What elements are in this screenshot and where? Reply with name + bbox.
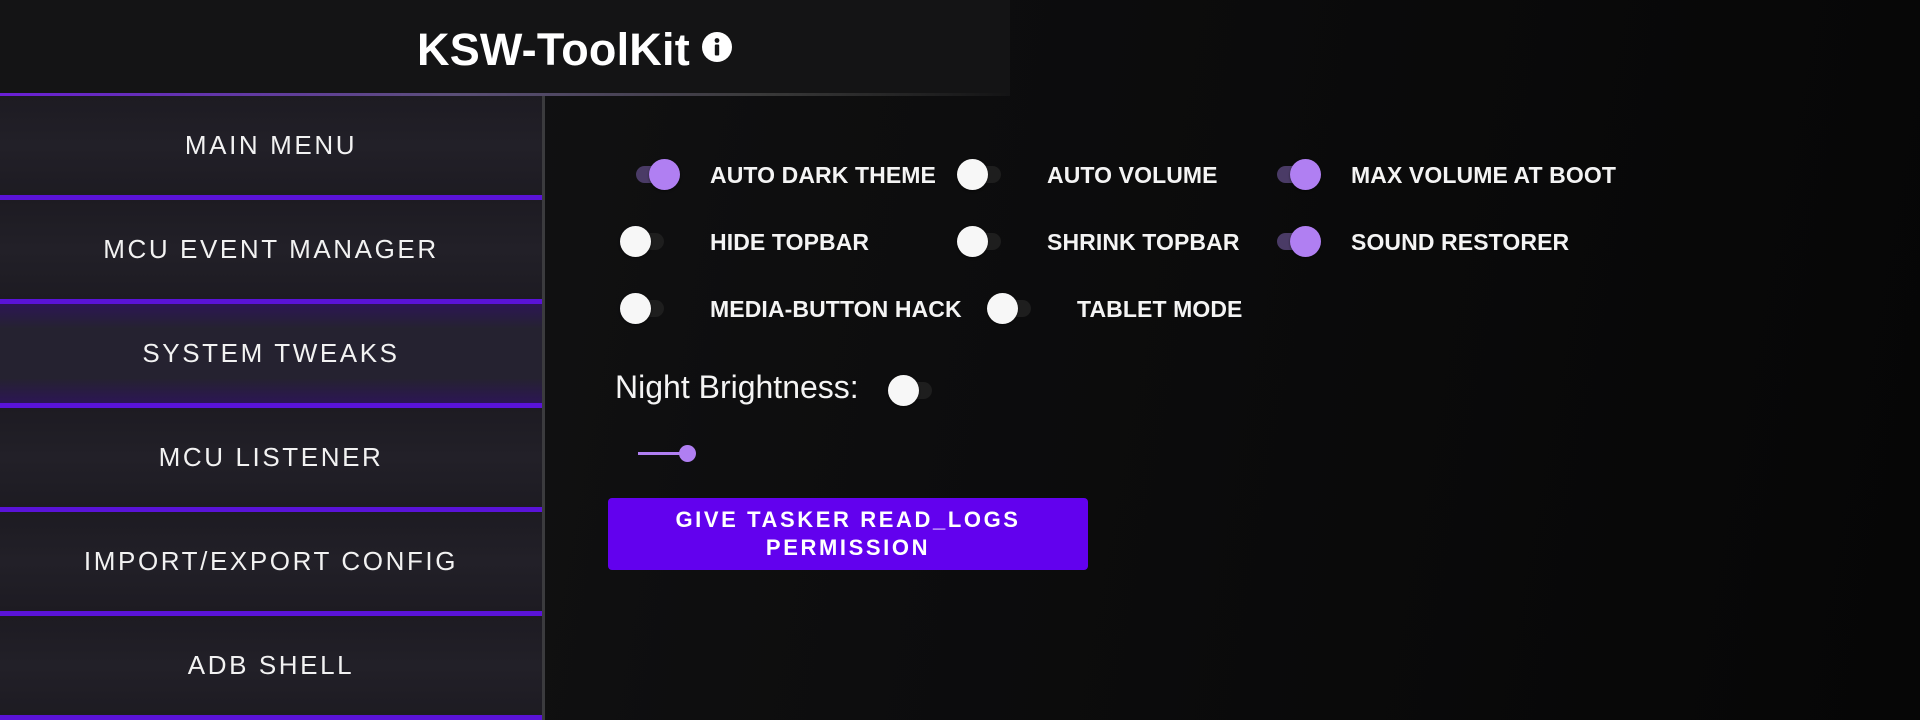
sidebar-item-mcu-event-manager[interactable]: MCU EVENT MANAGER xyxy=(0,200,542,304)
toggle-thumb xyxy=(649,159,680,190)
sidebar-item-label: ADB SHELL xyxy=(187,650,355,680)
give-tasker-read-logs-permission-button[interactable]: GIVE TASKER READ_LOGS PERMISSION xyxy=(608,498,1088,570)
toggle-thumb xyxy=(1290,159,1321,190)
max-volume-at-boot-label: MAX VOLUME AT BOOT xyxy=(1351,162,1617,188)
shrink-topbar-toggle[interactable] xyxy=(957,225,1007,257)
sidebar: MAIN MENU MCU EVENT MANAGER SYSTEM TWEAK… xyxy=(0,96,545,720)
sidebar-item-system-tweaks[interactable]: SYSTEM TWEAKS xyxy=(0,304,542,408)
sidebar-item-label: MAIN MENU xyxy=(184,130,358,160)
toggle-thumb xyxy=(620,293,651,324)
permission-button-label: GIVE TASKER READ_LOGS PERMISSION xyxy=(675,507,1021,560)
auto-dark-theme-toggle[interactable] xyxy=(630,158,680,190)
app-window: KSW-ToolKit MAIN MENU MCU EVENT MANAGER … xyxy=(0,0,1920,720)
sound-restorer-label: SOUND RESTORER xyxy=(1351,229,1570,255)
toggle-thumb xyxy=(957,226,988,257)
hide-topbar-label: HIDE TOPBAR xyxy=(710,229,870,255)
sidebar-item-label: SYSTEM TWEAKS xyxy=(142,338,400,368)
toggle-thumb xyxy=(888,375,919,406)
sidebar-item-adb-shell[interactable]: ADB SHELL xyxy=(0,616,542,720)
toggle-thumb xyxy=(987,293,1018,324)
sidebar-item-import-export-config[interactable]: IMPORT/EXPORT CONFIG xyxy=(0,512,542,616)
media-button-hack-label: MEDIA-BUTTON HACK xyxy=(710,296,962,322)
info-icon[interactable] xyxy=(701,32,732,62)
max-volume-at-boot-toggle[interactable] xyxy=(1271,158,1321,190)
sound-restorer-toggle[interactable] xyxy=(1271,225,1321,257)
night-brightness-toggle[interactable] xyxy=(888,374,938,406)
shrink-topbar-label: SHRINK TOPBAR xyxy=(1047,229,1240,255)
auto-volume-label: AUTO VOLUME xyxy=(1047,162,1218,188)
auto-dark-theme-label: AUTO DARK THEME xyxy=(710,162,936,188)
media-button-hack-toggle[interactable] xyxy=(620,292,670,324)
sidebar-item-main-menu[interactable]: MAIN MENU xyxy=(0,96,542,200)
tablet-mode-toggle[interactable] xyxy=(987,292,1037,324)
night-brightness-label: Night Brightness: xyxy=(615,369,859,405)
slider-thumb[interactable] xyxy=(679,445,696,462)
title-bar: KSW-ToolKit xyxy=(417,22,732,78)
tablet-mode-label: TABLET MODE xyxy=(1077,296,1243,322)
toggle-thumb xyxy=(1290,226,1321,257)
toggle-thumb xyxy=(620,226,651,257)
night-brightness-slider[interactable] xyxy=(638,442,698,464)
header: KSW-ToolKit xyxy=(0,0,1010,96)
sidebar-item-label: IMPORT/EXPORT CONFIG xyxy=(83,546,459,576)
page-title: KSW-ToolKit xyxy=(417,24,690,75)
sidebar-item-label: MCU LISTENER xyxy=(158,442,384,472)
sidebar-item-mcu-listener[interactable]: MCU LISTENER xyxy=(0,408,542,512)
sidebar-item-label: MCU EVENT MANAGER xyxy=(103,234,439,264)
auto-volume-toggle[interactable] xyxy=(957,158,1007,190)
toggle-thumb xyxy=(957,159,988,190)
hide-topbar-toggle[interactable] xyxy=(620,225,670,257)
